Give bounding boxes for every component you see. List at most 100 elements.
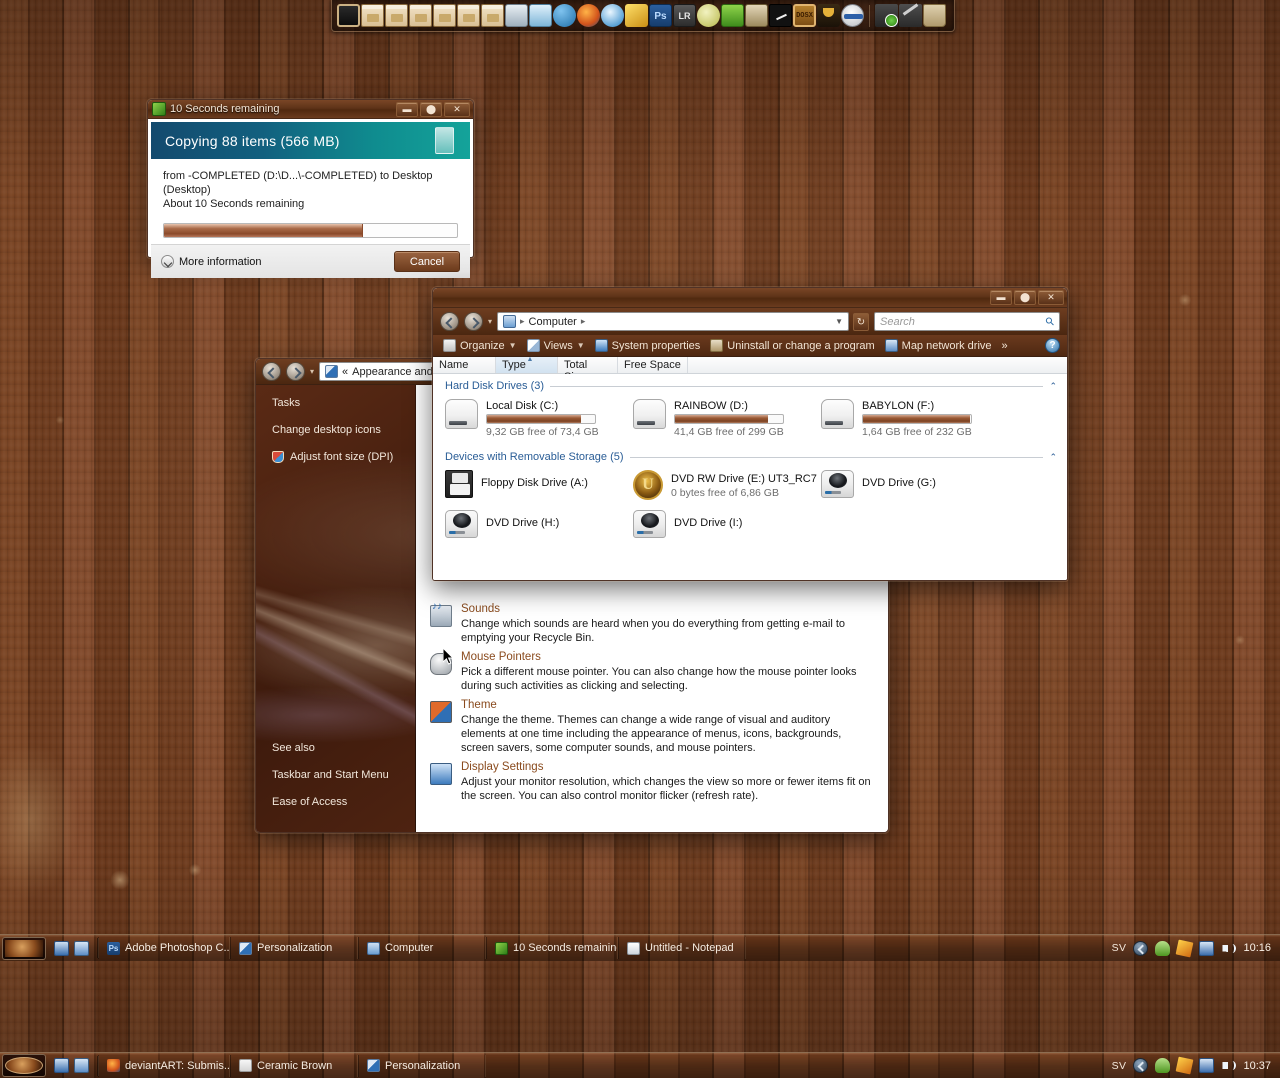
minimize-button[interactable]: ▬ (396, 102, 418, 117)
forward-button[interactable] (464, 312, 483, 331)
cancel-button[interactable]: Cancel (394, 251, 460, 272)
object-dock[interactable]: Ps LR DOSX (331, 0, 955, 32)
column-header-type[interactable]: ▲ Type (496, 356, 558, 373)
green-app-icon[interactable] (721, 4, 744, 27)
see-also-taskbar-and-start-menu[interactable]: Taskbar and Start Menu (272, 769, 389, 781)
calculator-icon[interactable] (505, 4, 528, 27)
pear-icon[interactable] (697, 4, 720, 27)
drive-rainbow-d[interactable]: RAINBOW (D:) 41,4 GB free of 299 GB (633, 396, 821, 441)
folder-icon[interactable] (385, 4, 408, 27)
drive-dvd-i[interactable]: DVD Drive (I:) (633, 507, 821, 541)
folder-icon[interactable] (433, 4, 456, 27)
network-icon[interactable] (1199, 940, 1215, 956)
maximize-button[interactable]: ⬤ (420, 102, 442, 117)
folder-icon[interactable] (409, 4, 432, 27)
cpl-title[interactable]: Sounds (461, 603, 874, 615)
refresh-button[interactable]: ↻ (853, 312, 869, 331)
cpl-item-mouse-pointers[interactable]: Mouse Pointers Pick a different mouse po… (416, 647, 888, 695)
toolbar-uninstall-or-change-a-program[interactable]: Uninstall or change a program (707, 339, 877, 352)
user-icon[interactable] (1155, 1058, 1171, 1073)
more-information-toggle[interactable]: More information (161, 255, 262, 268)
notepad-icon[interactable] (529, 4, 552, 27)
task-adjust-font-size[interactable]: Adjust font size (DPI) (272, 451, 415, 463)
taskbar-item-computer[interactable]: Computer (358, 937, 486, 959)
start-button[interactable] (2, 1054, 46, 1077)
language-indicator[interactable]: SV (1112, 1060, 1127, 1072)
switch-window-icon[interactable] (74, 1058, 89, 1073)
pencil-icon[interactable] (1176, 1056, 1194, 1075)
cpl-title[interactable]: Mouse Pointers (461, 651, 874, 663)
column-header-name[interactable]: Name (433, 357, 496, 373)
volume-icon[interactable] (1221, 1058, 1237, 1073)
cpl-title[interactable]: Display Settings (461, 761, 874, 773)
folder-icon[interactable] (481, 4, 504, 27)
close-button[interactable]: ✕ (1038, 290, 1064, 305)
back-button[interactable] (262, 362, 281, 381)
drive-dvd-rw-e[interactable]: U DVD RW Drive (E:) UT3_RC7 0 bytes free… (633, 467, 821, 503)
address-bar[interactable]: ▸ Computer ▸ ▼ (497, 312, 849, 331)
toolbar-map-network-drive[interactable]: Map network drive (882, 339, 995, 352)
drive-babylon-f[interactable]: BABYLON (F:) 1,64 GB free of 232 GB (821, 396, 1009, 441)
clock-icon[interactable] (769, 4, 792, 27)
address-dropdown-caret-icon[interactable]: ▼ (835, 317, 843, 326)
column-header-free-space[interactable]: Free Space (618, 357, 688, 373)
copy-dialog-titlebar[interactable]: 10 Seconds remaining ▬ ⬤ ✕ (148, 100, 473, 119)
cpl-title[interactable]: Theme (461, 699, 874, 711)
maximize-button[interactable]: ⬤ (1014, 290, 1036, 305)
taskbar-item-notepad[interactable]: Untitled - Notepad (618, 937, 746, 959)
toolbar-views[interactable]: Views ▼ (524, 339, 588, 352)
internet-explorer-icon[interactable] (601, 4, 624, 27)
toolbar-organize[interactable]: Organize ▼ (440, 339, 520, 352)
recent-pages-caret-icon[interactable]: ▾ (488, 317, 492, 326)
folder-icon[interactable] (361, 4, 384, 27)
taskbar-item-photoshop[interactable]: Ps Adobe Photoshop C... (98, 937, 230, 959)
search-input[interactable]: Search ⚲ (874, 312, 1060, 331)
firefox-icon[interactable] (577, 4, 600, 27)
taskbar-item-copy-progress[interactable]: 10 Seconds remaining (486, 937, 618, 959)
recycle-bin-icon[interactable] (923, 4, 946, 27)
cpl-item-display-settings[interactable]: Display Settings Adjust your monitor res… (416, 757, 888, 805)
trophy-icon[interactable] (817, 4, 840, 27)
window-controls[interactable]: ▬ ⬤ ✕ (396, 102, 470, 117)
task-change-desktop-icons[interactable]: Change desktop icons (272, 424, 415, 436)
drive-local-disk-c[interactable]: Local Disk (C:) 9,32 GB free of 73,4 GB (445, 396, 633, 441)
winrar-icon[interactable] (625, 4, 648, 27)
group-collapse-icon[interactable]: ⌃ (1049, 381, 1057, 392)
show-desktop-icon[interactable] (54, 1058, 69, 1073)
clock[interactable]: 10:16 (1243, 942, 1271, 954)
pencil-icon[interactable] (1176, 939, 1194, 957)
taskbar-item-ceramic-brown[interactable]: Ceramic Brown (230, 1054, 358, 1077)
folder-icon[interactable] (457, 4, 480, 27)
back-circle-icon[interactable] (1133, 940, 1149, 956)
cpl-item-sounds[interactable]: Sounds Change which sounds are heard whe… (416, 599, 888, 647)
drive-dvd-h[interactable]: DVD Drive (H:) (445, 507, 633, 541)
drive-dvd-g[interactable]: DVD Drive (G:) (821, 467, 1009, 503)
photoshop-icon[interactable]: Ps (649, 4, 672, 27)
close-button[interactable]: ✕ (444, 102, 470, 117)
start-button[interactable] (2, 936, 46, 960)
taskbar-item-personalization[interactable]: Personalization (230, 937, 358, 959)
recent-pages-caret-icon[interactable]: ▾ (310, 367, 314, 376)
minimize-button[interactable]: ▬ (990, 290, 1012, 305)
computer-titlebar[interactable]: ▬ ⬤ ✕ (433, 288, 1067, 308)
dosbox-icon[interactable]: DOSX (793, 4, 816, 27)
help-button[interactable]: ? (1045, 338, 1060, 353)
headphones-icon[interactable] (841, 4, 864, 27)
forward-button[interactable] (286, 362, 305, 381)
drive-floppy-a[interactable]: Floppy Disk Drive (A:) (445, 467, 633, 503)
language-indicator[interactable]: SV (1112, 942, 1127, 954)
clock[interactable]: 10:37 (1243, 1060, 1271, 1072)
toolbar-system-properties[interactable]: System properties (592, 339, 704, 352)
show-desktop-icon[interactable] (54, 940, 69, 956)
lightroom-icon[interactable]: LR (673, 4, 696, 27)
column-header-total-size[interactable]: Total Size (558, 357, 618, 383)
volume-icon[interactable] (1221, 941, 1237, 956)
back-button[interactable] (440, 312, 459, 331)
globe-icon[interactable] (553, 4, 576, 27)
tools-icon[interactable] (899, 4, 922, 27)
window-controls[interactable]: ▬ ⬤ ✕ (990, 290, 1064, 305)
cpl-item-theme[interactable]: Theme Change the theme. Themes can chang… (416, 695, 888, 757)
taskbar-item-deviantart[interactable]: deviantART: Submis... (98, 1054, 230, 1077)
network-icon[interactable] (1199, 1058, 1215, 1073)
back-circle-icon[interactable] (1133, 1058, 1149, 1073)
